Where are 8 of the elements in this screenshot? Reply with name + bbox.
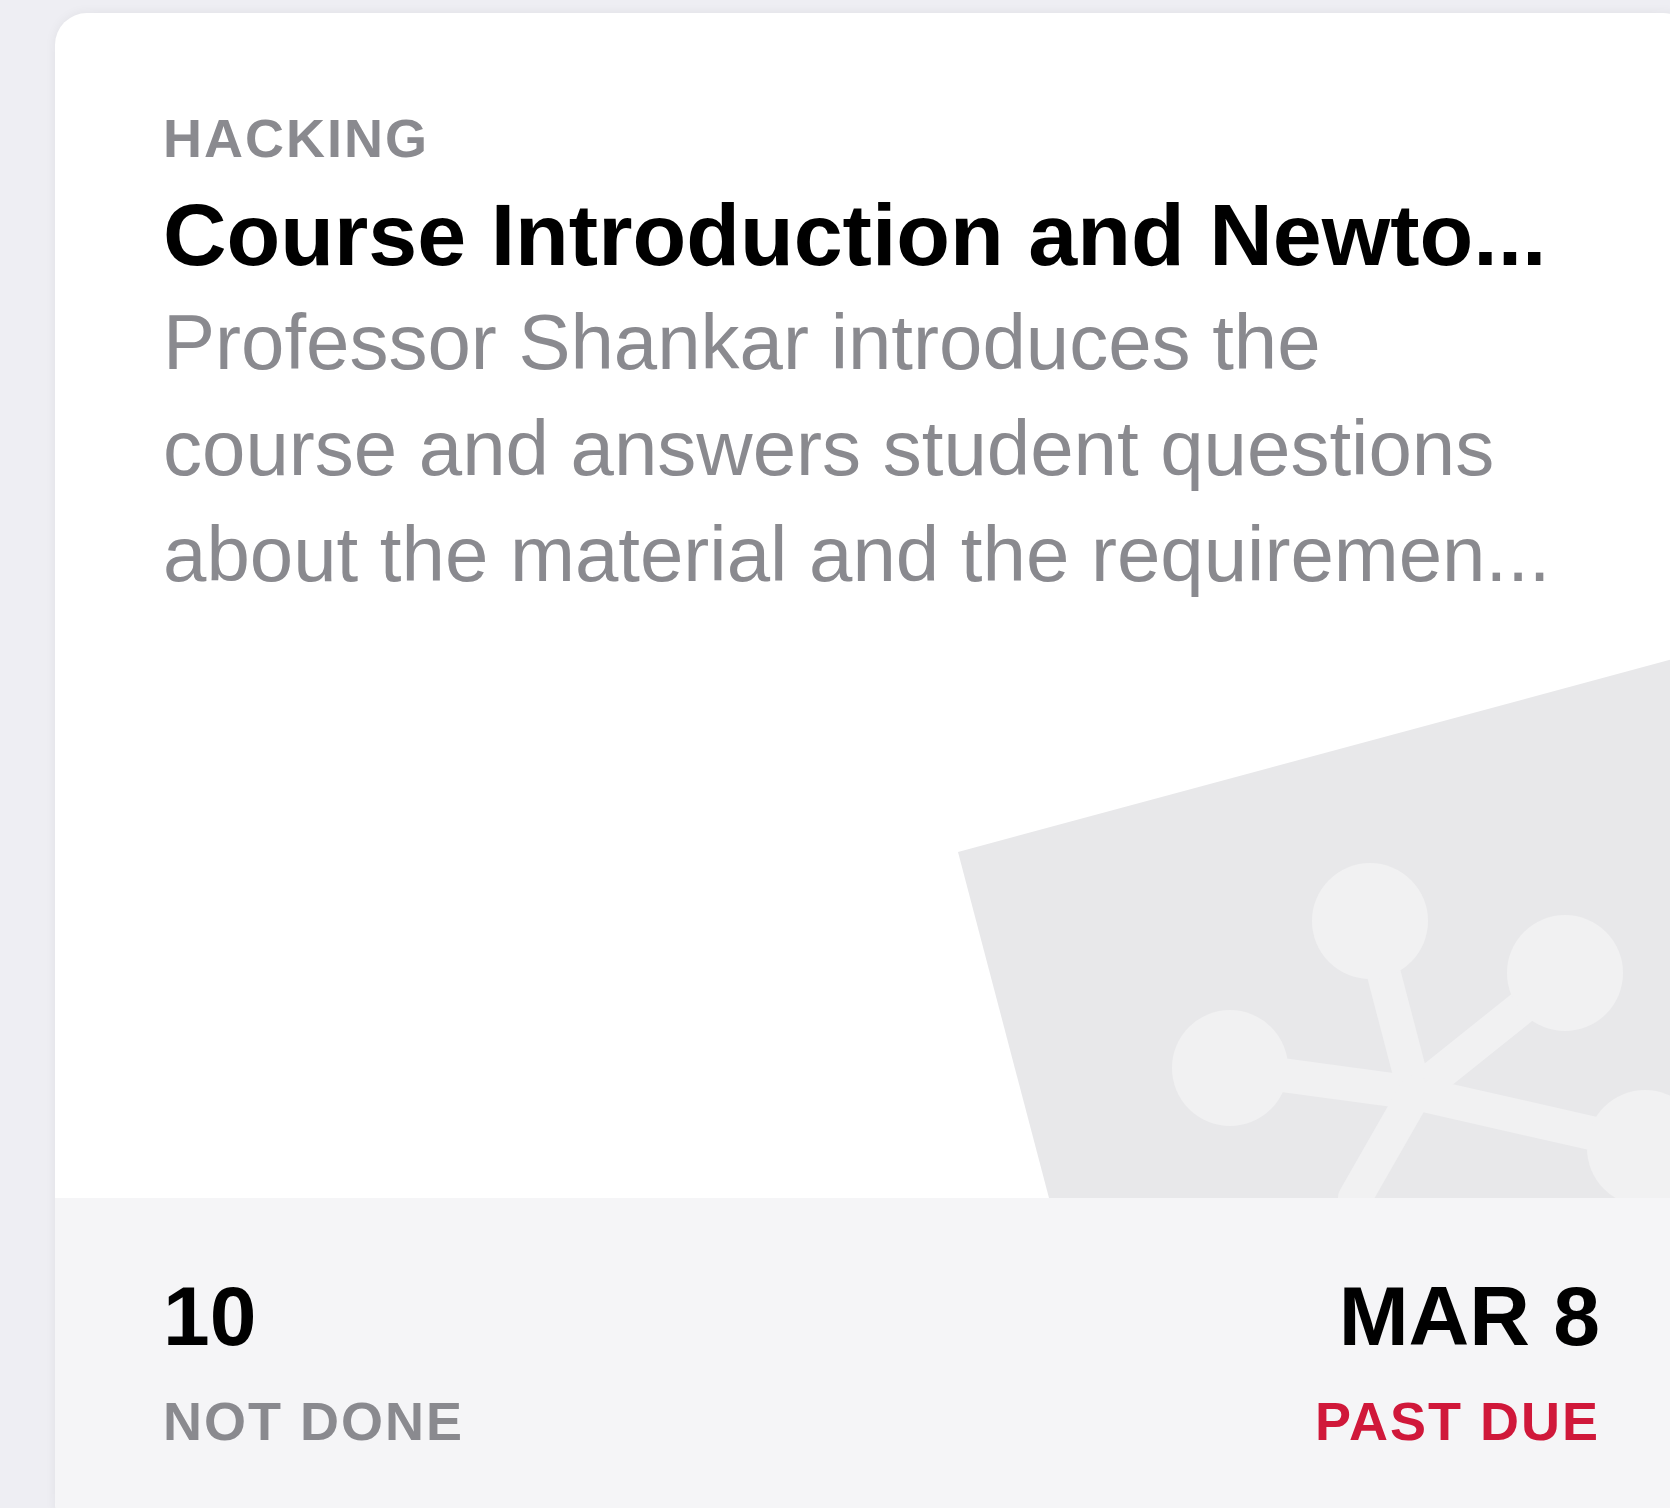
- item-count: 10: [163, 1270, 258, 1362]
- category-label: HACKING: [163, 107, 429, 170]
- course-title: Course Introduction and Newto...: [163, 185, 1547, 285]
- due-date: MAR 8: [1338, 1270, 1600, 1362]
- course-description: Professor Shankar introduces the course and answers student questions about the material and the requiremen...: [163, 297, 1552, 600]
- due-status-label: PAST DUE: [1314, 1390, 1600, 1452]
- card-background[interactable]: HACKING Course Introduction and Newto... Professor Shankar introduces the course and answers student questions about the material and the requiremen... 10 NOT DONE MAR 8 PAST DUE: [55, 13, 1670, 1508]
- status-label: NOT DONE: [163, 1390, 464, 1452]
